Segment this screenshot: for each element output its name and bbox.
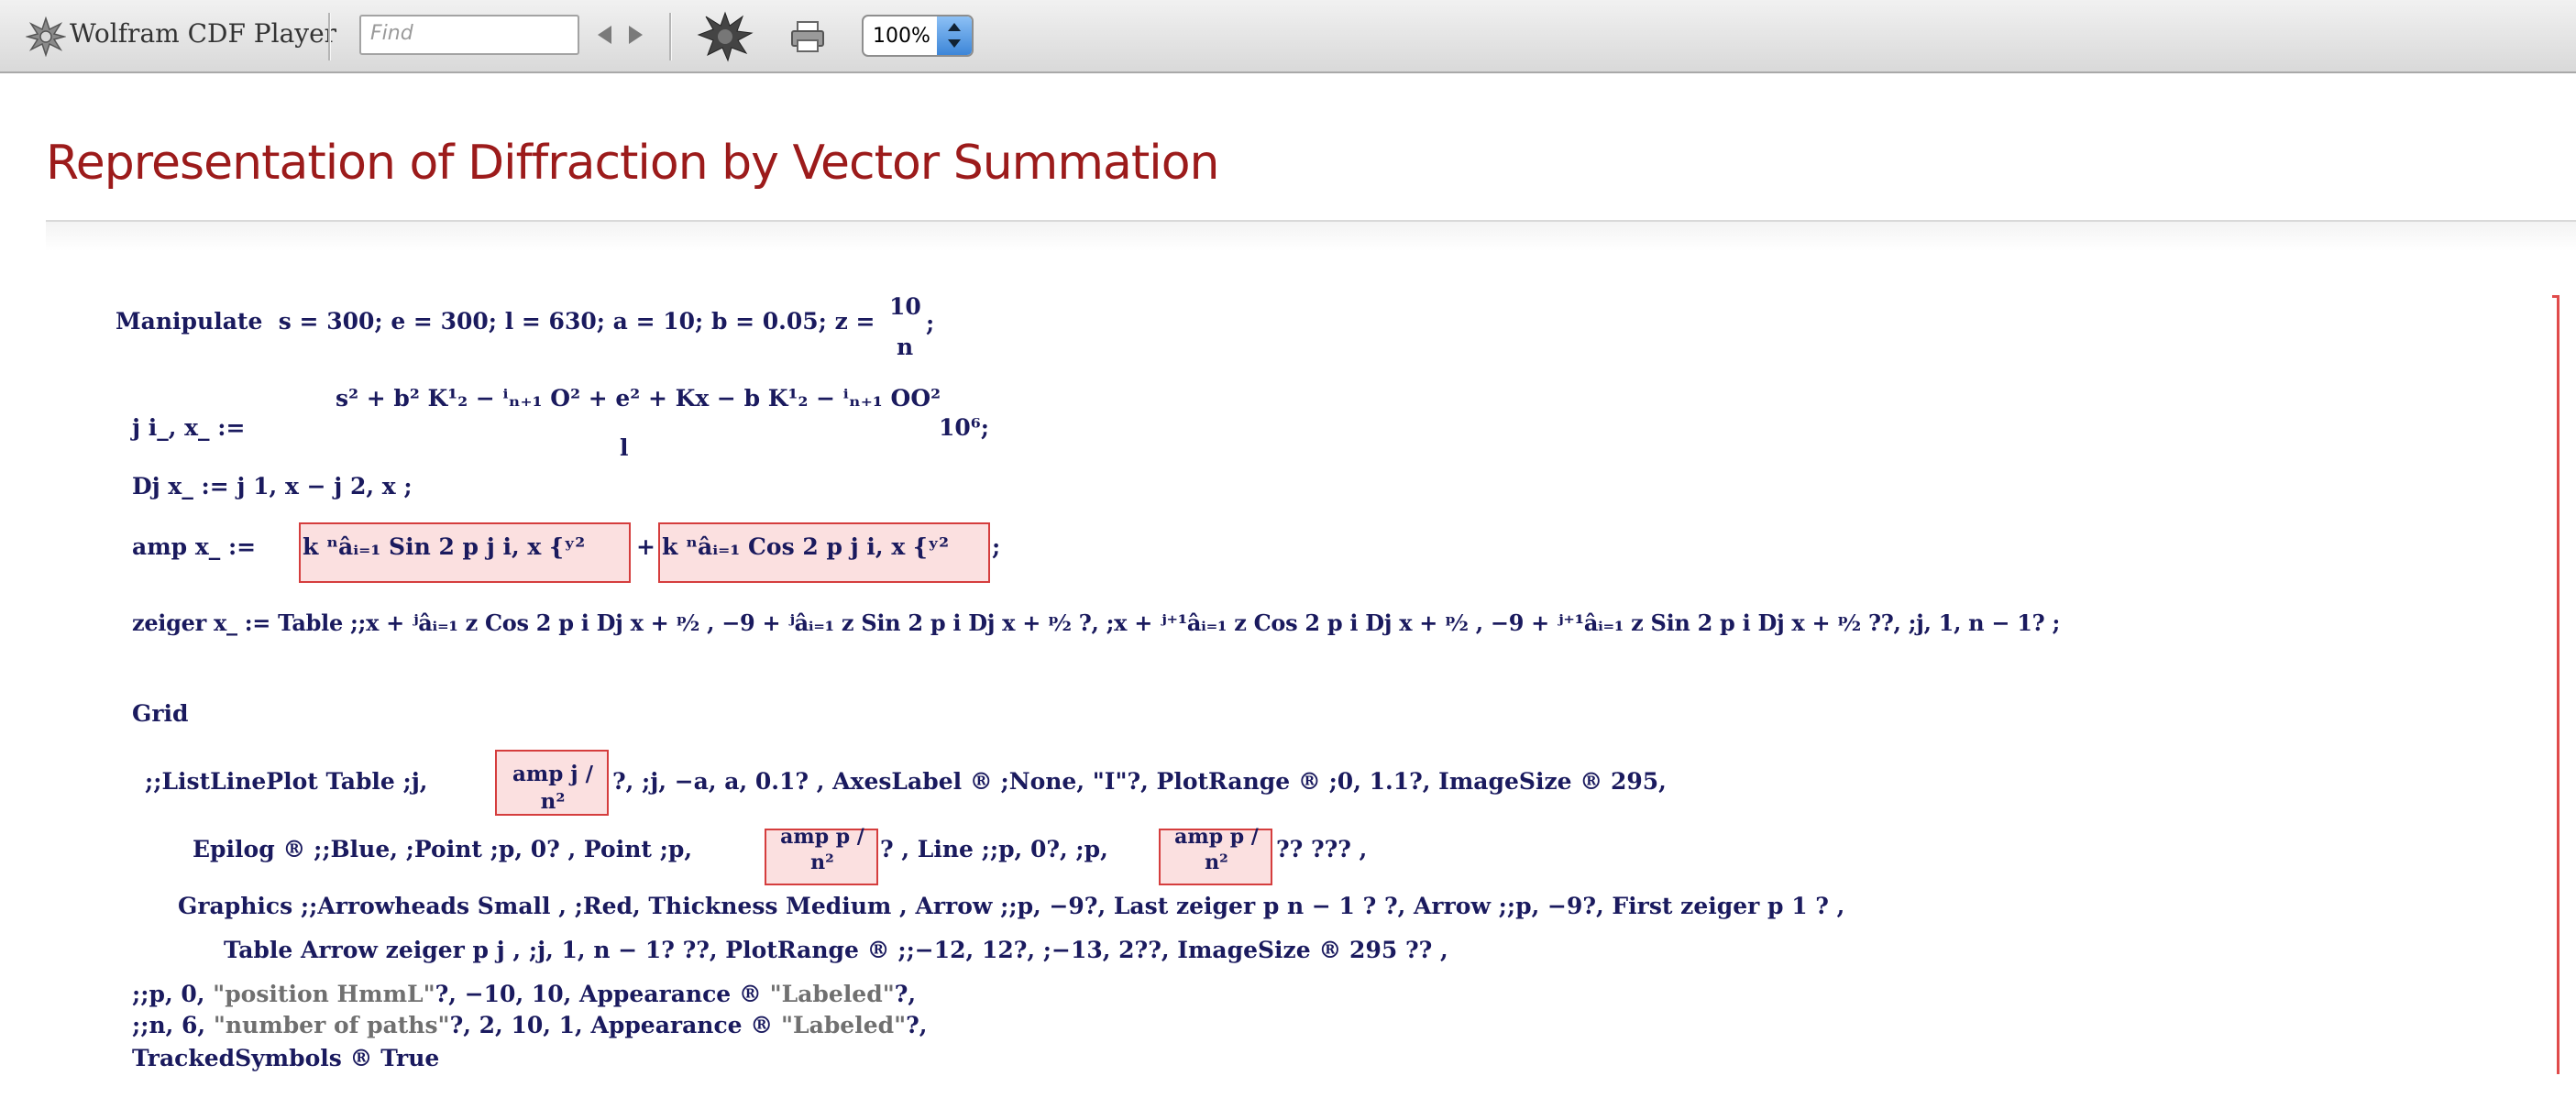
wolfram-spikey-icon [26, 16, 66, 57]
toolbar-separator [669, 13, 672, 60]
code-graphics: Graphics ;;Arrowheads Small , ;Red, Thic… [178, 893, 1845, 919]
code-line-dphi: Dj x_ := j 1, x − j 2, x ; [132, 473, 413, 500]
code-text: ?, ;j, −a, a, 0.1? , AxesLabel ® ;None, … [612, 768, 1667, 795]
title-shade [46, 222, 2576, 251]
zoom-value: 100% [873, 25, 930, 48]
code-string: "Labeled" [769, 981, 895, 1007]
stepper-icon[interactable] [937, 16, 972, 55]
code-text: ? , Line ;;p, 0?, ;p, [880, 836, 1108, 862]
app-title: Wolfram CDF Player [70, 18, 337, 49]
prev-icon[interactable] [598, 26, 611, 44]
code-tracked-symbols: TrackedSymbols ® True [132, 1045, 440, 1071]
code-text: ;;p, 0, [132, 981, 205, 1007]
code-sum-sin: k ⁿâᵢ₌₁ Sin 2 p j i, x {ʸ² [303, 533, 586, 560]
code-text: ?, 2, 10, 1, Appearance ® [449, 1012, 774, 1038]
toolbar: Wolfram CDF Player Find 100% [0, 0, 2576, 73]
spikey-evaluate-icon[interactable] [697, 11, 754, 62]
code-text: ?, [906, 1012, 928, 1038]
code-text: s = 300; e = 300; l = 630; a = 10; b = 0… [278, 308, 875, 335]
find-input[interactable]: Find [359, 15, 579, 55]
toolbar-separator [328, 13, 331, 60]
code-listlineplot: ;;ListLinePlot Table ;j, [145, 768, 428, 795]
code-string: "position HmmL" [213, 981, 435, 1007]
code-keyword: Manipulate [116, 308, 263, 335]
code-text: ; [992, 533, 1001, 560]
code-amp-fraction: amp j / n² [512, 762, 594, 814]
cell-bracket[interactable] [2552, 295, 2559, 1074]
code-amp-fraction: amp p / n² [1174, 825, 1259, 874]
code-denominator: l [620, 434, 629, 461]
code-epilog: Epilog ® ;;Blue, ;Point ;p, 0? , Point ;… [193, 836, 693, 862]
code-table-arrow: Table Arrow zeiger p j , ;j, 1, n − 1? ?… [224, 937, 1448, 963]
code-text: 10⁶; [939, 414, 989, 441]
code-text: ; [926, 310, 935, 336]
print-icon[interactable] [790, 20, 825, 53]
code-text: + [636, 533, 655, 560]
code-line-amp: amp x_ := [132, 533, 257, 560]
code-manipulate: Manipulate s = 300; e = 300; l = 630; a … [116, 310, 875, 333]
code-amp-fraction: amp p / n² [780, 825, 864, 874]
code-grid: Grid [132, 700, 189, 727]
code-sqrt-expr: s² + b² K¹₂ − ⁱₙ₊₁ O² + e² + Kx − b K¹₂ … [336, 385, 941, 412]
code-text: ?, −10, 10, Appearance ® [435, 981, 762, 1007]
code-string: "number of paths" [213, 1012, 450, 1038]
code-control-n: ;;n, 6, "number of paths"?, 2, 10, 1, Ap… [132, 1014, 927, 1037]
code-fraction-den: n [897, 334, 914, 360]
code-text: ?, [894, 981, 917, 1007]
code-text: ;;n, 6, [132, 1012, 206, 1038]
code-string: "Labeled" [781, 1012, 907, 1038]
code-text: ?? ??? , [1276, 836, 1368, 862]
code-control-p: ;;p, 0, "position HmmL"?, −10, 10, Appea… [132, 983, 916, 1005]
next-icon[interactable] [629, 26, 643, 44]
page-title: Representation of Diffraction by Vector … [46, 136, 1219, 191]
code-line-zeiger: zeiger x_ := Table ;;x + ʲâᵢ₌₁ z Cos 2 p… [132, 609, 2061, 636]
code-fraction-num: 10 [889, 293, 921, 320]
zoom-select[interactable]: 100% [862, 15, 974, 57]
code-sum-cos: k ⁿâᵢ₌₁ Cos 2 p j i, x {ʸ² [662, 533, 950, 560]
code-line-phi: j i_, x_ := [132, 414, 246, 441]
